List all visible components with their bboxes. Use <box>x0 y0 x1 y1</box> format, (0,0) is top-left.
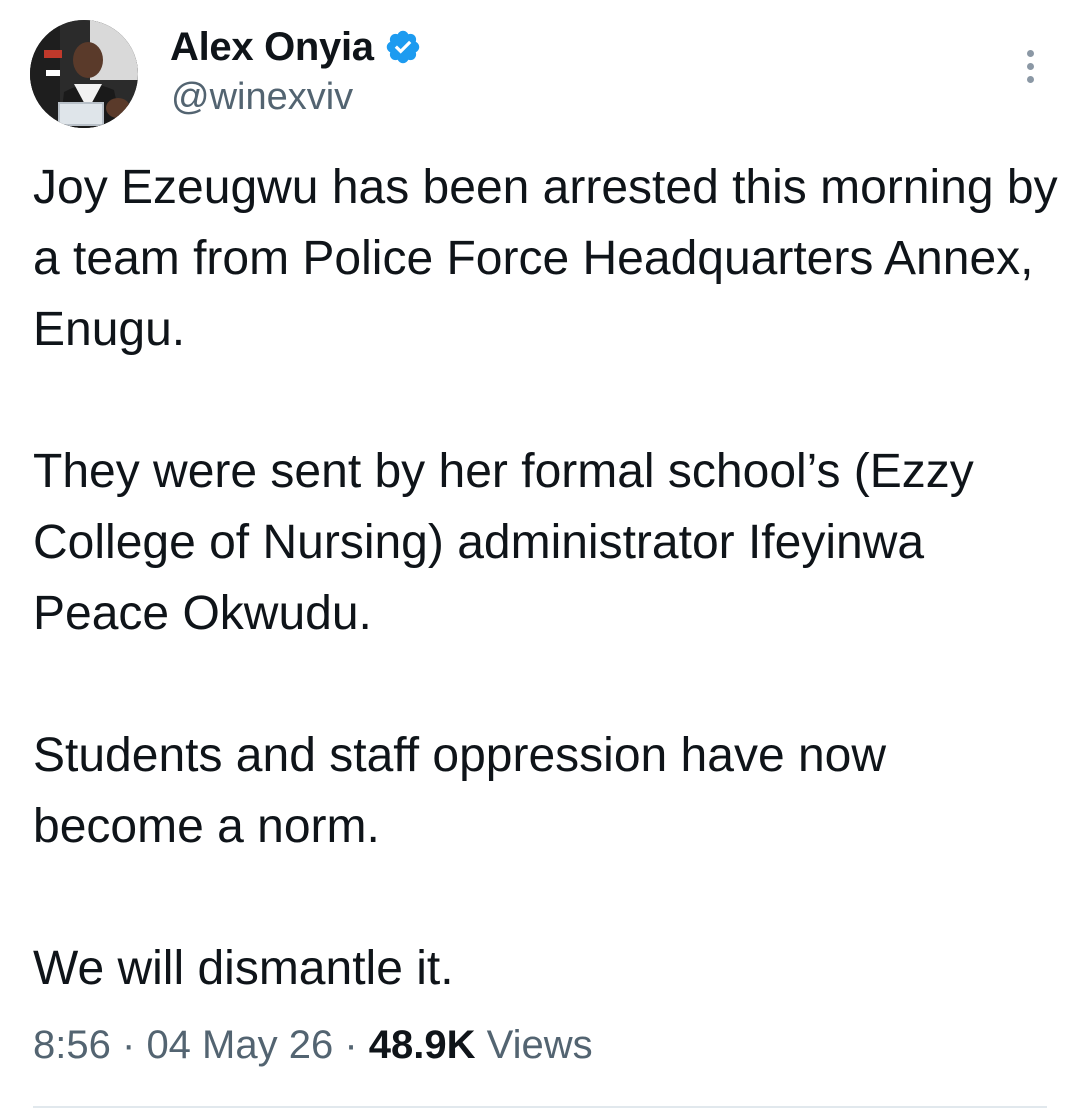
more-options-button[interactable] <box>1010 44 1050 88</box>
divider <box>33 1106 1047 1108</box>
tweet: Alex Onyia @winexviv Joy Ezeugwu has bee… <box>0 0 1080 1115</box>
author-handle[interactable]: @winexviv <box>171 76 353 119</box>
tweet-date[interactable]: 04 May 26 <box>146 1023 333 1067</box>
tweet-header: Alex Onyia @winexviv <box>30 20 1050 130</box>
meta-separator: · <box>121 1023 136 1067</box>
more-dot-icon <box>1026 49 1034 57</box>
more-dot-icon <box>1026 75 1034 83</box>
avatar[interactable] <box>30 20 138 128</box>
meta-separator: · <box>344 1023 358 1067</box>
views-label[interactable]: Views <box>487 1023 593 1067</box>
tweet-paragraph: Joy Ezeugwu has been arrested this morni… <box>33 161 1058 356</box>
tweet-paragraph: They were sent by her formal school’s (E… <box>33 445 974 640</box>
tweet-text: Joy Ezeugwu has been arrested this morni… <box>33 152 1063 1004</box>
tweet-paragraph: Students and staff oppression have now b… <box>33 729 887 853</box>
profile-photo-icon <box>30 20 138 128</box>
verified-badge-icon <box>386 30 419 64</box>
more-dot-icon <box>1026 62 1034 70</box>
tweet-paragraph: We will dismantle it. <box>33 942 454 995</box>
author-display-name[interactable]: Alex Onyia <box>170 25 374 70</box>
tweet-meta: 8:56 · 04 May 26 · 48.9K Views <box>33 1023 593 1068</box>
views-count[interactable]: 48.9K <box>369 1023 476 1067</box>
tweet-time[interactable]: 8:56 <box>33 1023 111 1067</box>
name-row: Alex Onyia <box>170 22 422 72</box>
